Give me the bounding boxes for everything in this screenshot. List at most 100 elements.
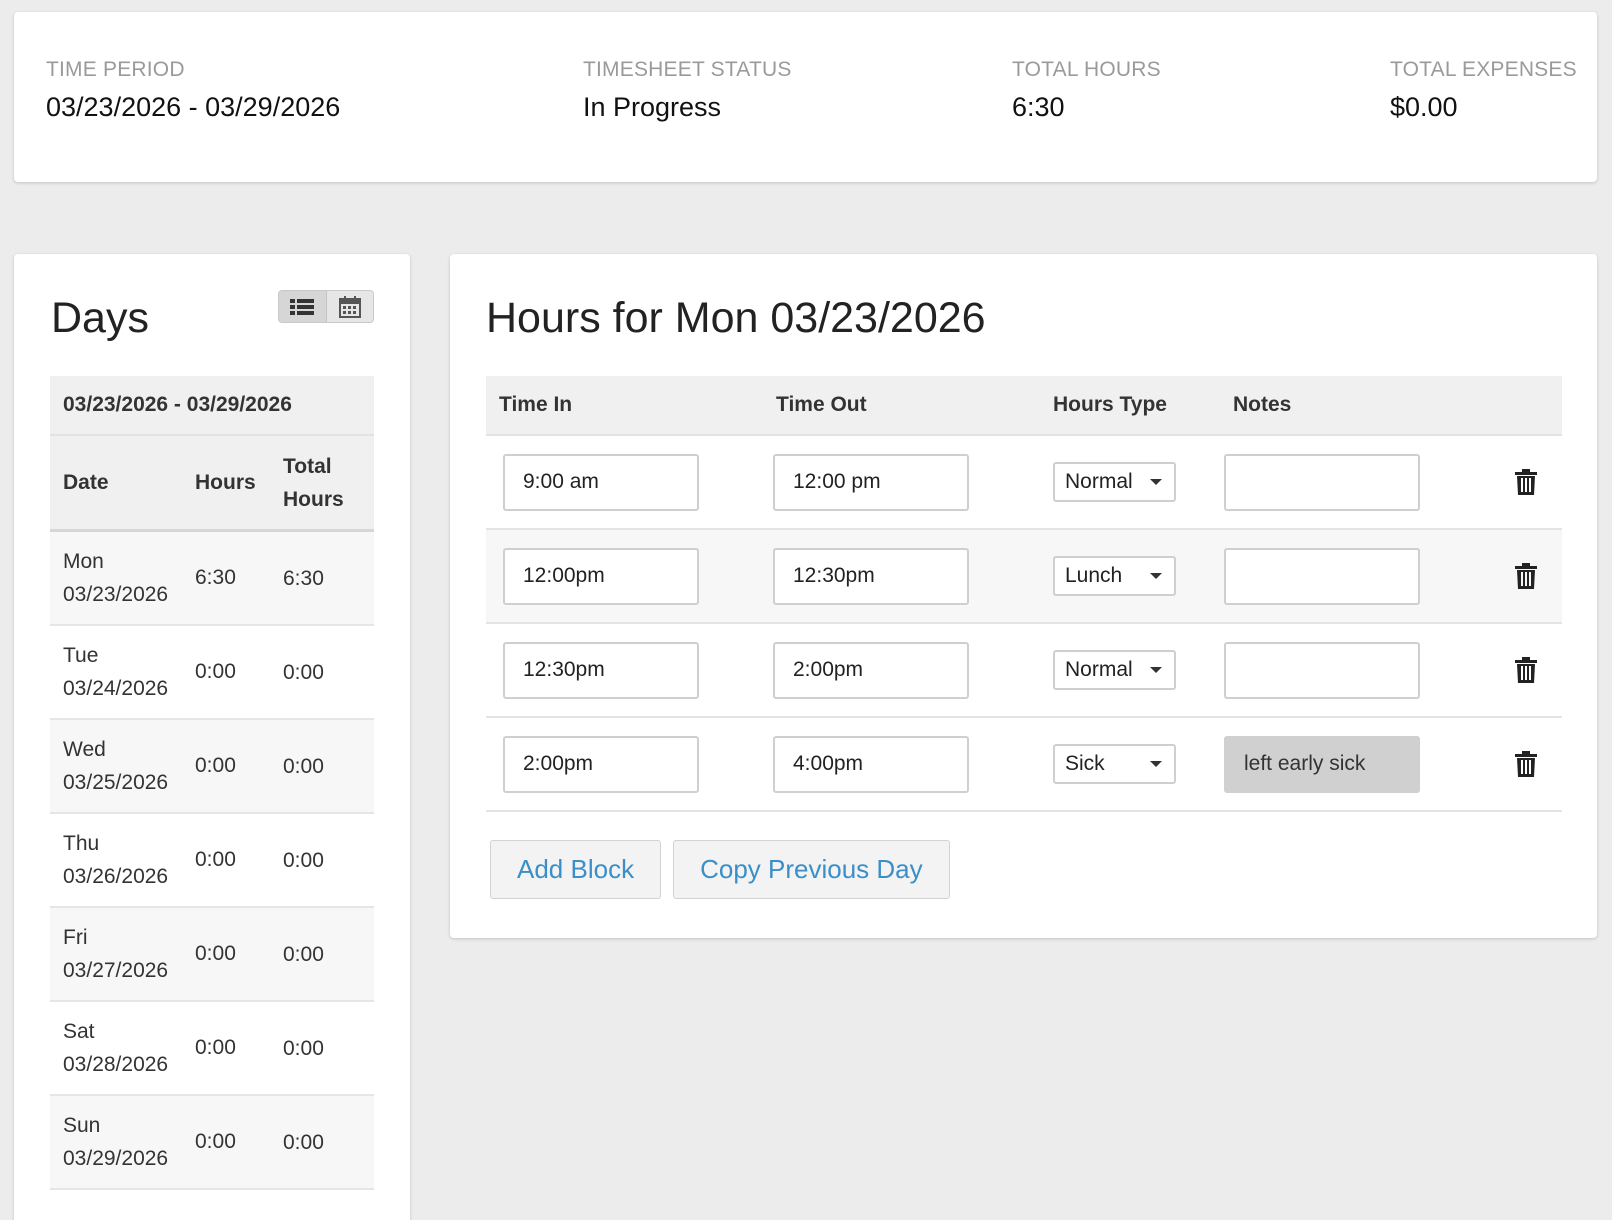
day-name: Thu (63, 832, 100, 855)
notes-column-header: Notes (1233, 393, 1292, 416)
day-row[interactable]: Mon 03/23/2026 6:30 6:30 (50, 532, 374, 626)
day-name: Fri (63, 926, 88, 949)
trash-icon[interactable] (1515, 751, 1537, 777)
day-date-value: 03/28/2026 (63, 1053, 169, 1076)
day-total-hours: 0:00 (283, 1130, 324, 1154)
day-date: Sun 03/29/2026 (50, 1109, 195, 1175)
hours-title: Hours for Mon 03/23/2026 (486, 294, 986, 342)
total-expenses-value: $0.00 (1390, 92, 1458, 122)
day-total-hours: 0:00 (283, 754, 324, 778)
day-date: Thu 03/26/2026 (50, 827, 195, 893)
time-in-input[interactable] (503, 641, 699, 699)
notes-input[interactable] (1224, 641, 1420, 699)
calendar-icon (338, 295, 361, 318)
day-row[interactable]: Tue 03/24/2026 0:00 0:00 (50, 626, 374, 720)
day-name: Tue (63, 644, 99, 667)
day-date: Fri 03/27/2026 (50, 921, 195, 987)
notes-input[interactable] (1224, 735, 1420, 793)
hours-type-select[interactable]: Normal (1053, 462, 1176, 502)
caret-down-icon (1150, 479, 1162, 485)
day-row[interactable]: Wed 03/25/2026 0:00 0:00 (50, 720, 374, 814)
time-out-input[interactable] (773, 641, 969, 699)
day-date-value: 03/23/2026 (63, 583, 169, 606)
day-date-value: 03/29/2026 (63, 1147, 169, 1170)
day-name: Sun (63, 1114, 101, 1137)
day-hours: 0:00 (195, 754, 236, 777)
time-in-input[interactable] (503, 735, 699, 793)
time-period-label: TIME PERIOD (46, 58, 185, 81)
total-hours-column-header: Total Hours (283, 454, 344, 511)
time-out-input[interactable] (773, 735, 969, 793)
timesheet-summary-card: TIME PERIOD 03/23/2026 - 03/29/2026 TIME… (14, 12, 1597, 182)
date-column-header: Date (63, 470, 109, 494)
time-block-row: Normal (486, 436, 1562, 530)
time-in-input[interactable] (503, 547, 699, 605)
caret-down-icon (1150, 761, 1162, 767)
week-range: 03/23/2026 - 03/29/2026 (50, 376, 374, 436)
day-hours: 0:00 (195, 660, 236, 683)
day-total-hours: 0:00 (283, 942, 324, 966)
caret-down-icon (1150, 667, 1162, 673)
days-table-header: Date Hours Total Hours (50, 436, 374, 532)
trash-icon[interactable] (1515, 563, 1537, 589)
total-hours-stat: TOTAL HOURS 6:30 (1012, 58, 1161, 123)
day-total-hours: 0:00 (283, 1036, 324, 1060)
time-period-value: 03/23/2026 - 03/29/2026 (46, 92, 341, 122)
day-name: Wed (63, 738, 106, 761)
timesheet-status-stat: TIMESHEET STATUS In Progress (583, 58, 792, 123)
day-date: Mon 03/23/2026 (50, 545, 195, 611)
total-expenses-stat: TOTAL EXPENSES $0.00 (1390, 58, 1577, 123)
day-row[interactable]: Thu 03/26/2026 0:00 0:00 (50, 814, 374, 908)
day-row[interactable]: Fri 03/27/2026 0:00 0:00 (50, 908, 374, 1002)
hours-table-header: Time In Time Out Hours Type Notes (486, 376, 1562, 436)
time-in-column-header: Time In (499, 393, 573, 416)
hours-type-column-header: Hours Type (1053, 393, 1167, 416)
hours-panel: Hours for Mon 03/23/2026 Time In Time Ou… (450, 254, 1597, 938)
day-date: Wed 03/25/2026 (50, 733, 195, 799)
day-total-hours: 6:30 (283, 566, 324, 590)
hours-type-select[interactable]: Sick (1053, 744, 1176, 784)
copy-previous-day-button[interactable]: Copy Previous Day (673, 840, 950, 899)
time-block-row: Lunch (486, 530, 1562, 624)
day-name: Sat (63, 1020, 95, 1043)
list-view-button[interactable] (279, 291, 327, 322)
time-out-column-header: Time Out (776, 393, 867, 416)
hours-type-value: Normal (1065, 658, 1133, 681)
trash-icon[interactable] (1515, 657, 1537, 683)
day-date: Tue 03/24/2026 (50, 639, 195, 705)
hours-type-value: Lunch (1065, 564, 1123, 587)
days-panel: Days 03/23/2026 - 03/29/2026 Date Hours … (14, 254, 410, 1220)
time-block-row: Normal (486, 624, 1562, 718)
calendar-view-button[interactable] (327, 291, 374, 322)
day-name: Mon (63, 550, 104, 573)
day-row[interactable]: Sun 03/29/2026 0:00 0:00 (50, 1096, 374, 1190)
hours-type-select[interactable]: Lunch (1053, 556, 1176, 596)
view-toggle (278, 290, 374, 323)
hours-actions: Add Block Copy Previous Day (490, 840, 950, 899)
hours-column-header: Hours (195, 470, 256, 494)
day-hours: 0:00 (195, 942, 236, 965)
add-block-button[interactable]: Add Block (490, 840, 662, 899)
notes-input[interactable] (1224, 453, 1420, 511)
time-out-input[interactable] (773, 453, 969, 511)
notes-input[interactable] (1224, 547, 1420, 605)
hours-type-value: Sick (1065, 752, 1105, 775)
hours-type-value: Normal (1065, 470, 1133, 493)
time-out-input[interactable] (773, 547, 969, 605)
hours-table: Time In Time Out Hours Type Notes Normal (486, 376, 1562, 812)
trash-icon[interactable] (1515, 469, 1537, 495)
day-hours: 0:00 (195, 1130, 236, 1153)
day-hours: 0:00 (195, 848, 236, 871)
hours-type-select[interactable]: Normal (1053, 650, 1176, 690)
time-in-input[interactable] (503, 453, 699, 511)
caret-down-icon (1150, 573, 1162, 579)
day-rows: Mon 03/23/2026 6:30 6:30 Tue 03/24/2026 … (50, 532, 374, 1190)
total-hours-label: TOTAL HOURS (1012, 58, 1161, 81)
day-date-value: 03/26/2026 (63, 865, 169, 888)
day-hours: 0:00 (195, 1036, 236, 1059)
timesheet-status-value: In Progress (583, 92, 722, 122)
days-title: Days (51, 294, 149, 342)
timesheet-status-label: TIMESHEET STATUS (583, 58, 792, 81)
day-row[interactable]: Sat 03/28/2026 0:00 0:00 (50, 1002, 374, 1096)
total-expenses-label: TOTAL EXPENSES (1390, 58, 1577, 81)
